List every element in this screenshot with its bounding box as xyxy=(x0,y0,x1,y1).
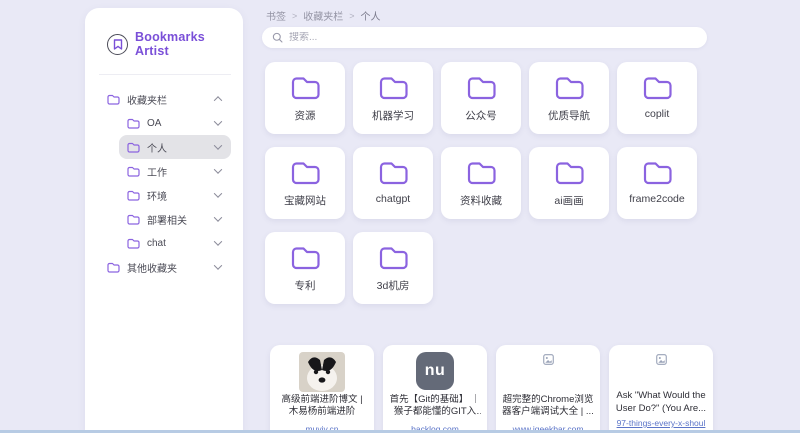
bookmark-card-backlog[interactable]: nu 首先【Git的基础】 ｜ 猴子都能懂的GIT入门|.. backlog.c… xyxy=(383,345,487,433)
folder-label: 机器学习 xyxy=(372,108,414,123)
folder-label: 资源 xyxy=(295,108,316,123)
bookmark-title: Ask "What Would the User Do?" (You Are..… xyxy=(615,390,707,413)
folder-card-ziyuan[interactable]: 资源 xyxy=(265,62,345,134)
folder-icon xyxy=(378,244,409,271)
folder-label: chatgpt xyxy=(376,193,410,205)
folder-card-quality-nav[interactable]: 优质导航 xyxy=(529,62,609,134)
folder-icon xyxy=(466,74,497,101)
folder-card-coplit[interactable]: coplit xyxy=(617,62,697,134)
folder-card-materials[interactable]: 资料收藏 xyxy=(441,147,521,219)
sidebar-nav: 收藏夹栏 OA 个人 工作 环境 部署相关 xyxy=(99,87,231,279)
sidebar-item-label: 环境 xyxy=(147,188,208,203)
folder-label: 公众号 xyxy=(465,108,497,123)
folder-card-treasure-sites[interactable]: 宝藏网站 xyxy=(265,147,345,219)
folder-icon xyxy=(378,74,409,101)
folder-card-gongzhonghao[interactable]: 公众号 xyxy=(441,62,521,134)
folder-icon xyxy=(290,74,321,101)
chevron-down-icon[interactable] xyxy=(214,117,222,125)
folder-icon xyxy=(127,214,140,225)
folder-label: 宝藏网站 xyxy=(284,193,326,208)
bookmark-card-muyiy[interactable]: 高级前端进阶博文 | 木易杨前端进阶 muyiy.cn xyxy=(270,345,374,433)
folder-icon xyxy=(642,74,673,101)
folder-label: frame2code xyxy=(629,193,684,205)
folder-label: ai画画 xyxy=(554,193,583,208)
chevron-down-icon[interactable] xyxy=(214,213,222,221)
breadcrumb-separator: > xyxy=(292,11,297,21)
sidebar-item-label: OA xyxy=(147,118,208,129)
chevron-down-icon[interactable] xyxy=(214,189,222,197)
bookmark-card-igeekbar[interactable]: 超完整的Chrome浏览器客户端调试大全 | ... www.igeekbar.… xyxy=(496,345,600,433)
breadcrumb-separator: > xyxy=(349,11,354,21)
chevron-down-icon[interactable] xyxy=(214,165,222,173)
folder-card-3d-room[interactable]: 3d机房 xyxy=(353,232,433,304)
folder-icon xyxy=(127,238,140,249)
sidebar-item-deployment[interactable]: 部署相关 xyxy=(119,207,231,231)
folder-label: 3d机房 xyxy=(377,278,410,293)
folder-card-ai-art[interactable]: ai画画 xyxy=(529,147,609,219)
folder-icon xyxy=(107,94,120,105)
bookmark-cards: 高级前端进阶博文 | 木易杨前端进阶 muyiy.cn nu 首先【Git的基础… xyxy=(270,345,713,433)
folder-card-patents[interactable]: 专利 xyxy=(265,232,345,304)
folder-label: coplit xyxy=(645,108,670,120)
sidebar-item-label: 个人 xyxy=(147,140,208,155)
app-title: Bookmarks Artist xyxy=(135,30,229,58)
search-input[interactable] xyxy=(289,32,697,43)
breadcrumb-item-bookmarks-bar[interactable]: 收藏夹栏 xyxy=(303,8,343,23)
sidebar-item-label: 收藏夹栏 xyxy=(127,92,208,107)
folder-card-frame2code[interactable]: frame2code xyxy=(617,147,697,219)
folder-icon xyxy=(554,74,585,101)
sidebar-item-work[interactable]: 工作 xyxy=(119,159,231,183)
sidebar: Bookmarks Artist 收藏夹栏 OA 个人 工作 环境 xyxy=(85,8,243,433)
bookmark-title: 首先【Git的基础】 ｜ 猴子都能懂的GIT入门|.. xyxy=(389,394,481,419)
breadcrumb-item-personal[interactable]: 个人 xyxy=(361,8,381,23)
folder-icon xyxy=(127,190,140,201)
folder-icon xyxy=(107,262,120,273)
sidebar-item-label: 工作 xyxy=(147,164,208,179)
chevron-down-icon[interactable] xyxy=(214,141,222,149)
sidebar-item-chat[interactable]: chat xyxy=(119,231,231,255)
favicon-placeholder-icon xyxy=(543,354,554,365)
breadcrumb-item-bookmarks[interactable]: 书签 xyxy=(266,8,286,23)
breadcrumb: 书签 > 收藏夹栏 > 个人 xyxy=(266,8,381,23)
folder-label: 资料收藏 xyxy=(460,193,502,208)
bookmark-logo-icon xyxy=(107,34,128,55)
chevron-up-icon[interactable] xyxy=(214,96,222,104)
folder-icon xyxy=(554,159,585,186)
folder-icon xyxy=(466,159,497,186)
bookmark-title: 超完整的Chrome浏览器客户端调试大全 | ... xyxy=(502,394,594,419)
sidebar-item-label: chat xyxy=(147,238,208,249)
sidebar-item-label: 部署相关 xyxy=(147,212,208,227)
bookmark-card-gitbooks[interactable]: Ask "What Would the User Do?" (You Are..… xyxy=(609,345,713,433)
folder-icon xyxy=(642,159,673,186)
chevron-down-icon[interactable] xyxy=(214,261,222,269)
folder-icon xyxy=(290,159,321,186)
folder-icon xyxy=(127,118,140,129)
sidebar-item-environment[interactable]: 环境 xyxy=(119,183,231,207)
folder-grid: 资源 机器学习 公众号 优质导航 coplit 宝藏网站 chatgpt 资料收… xyxy=(265,62,697,304)
app-logo: Bookmarks Artist xyxy=(99,22,231,75)
chevron-down-icon[interactable] xyxy=(214,237,222,245)
sidebar-item-other-bookmarks[interactable]: 其他收藏夹 xyxy=(99,255,231,279)
folder-icon xyxy=(127,166,140,177)
search-bar[interactable] xyxy=(262,27,707,48)
sidebar-item-bookmarks-bar[interactable]: 收藏夹栏 xyxy=(99,87,231,111)
sidebar-item-personal[interactable]: 个人 xyxy=(119,135,231,159)
dog-photo xyxy=(299,352,345,392)
bookmark-title: 高级前端进阶博文 | 木易杨前端进阶 xyxy=(276,394,368,419)
folder-card-chatgpt[interactable]: chatgpt xyxy=(353,147,433,219)
folder-icon xyxy=(290,244,321,271)
folder-icon xyxy=(127,142,140,153)
sidebar-item-label: 其他收藏夹 xyxy=(127,260,208,275)
folder-card-machine-learning[interactable]: 机器学习 xyxy=(353,62,433,134)
folder-label: 优质导航 xyxy=(548,108,590,123)
search-icon xyxy=(272,32,283,43)
favicon-placeholder-icon xyxy=(656,354,667,365)
folder-label: 专利 xyxy=(295,278,316,293)
sidebar-item-oa[interactable]: OA xyxy=(119,111,231,135)
nulab-logo: nu xyxy=(416,352,454,390)
folder-icon xyxy=(378,159,409,186)
